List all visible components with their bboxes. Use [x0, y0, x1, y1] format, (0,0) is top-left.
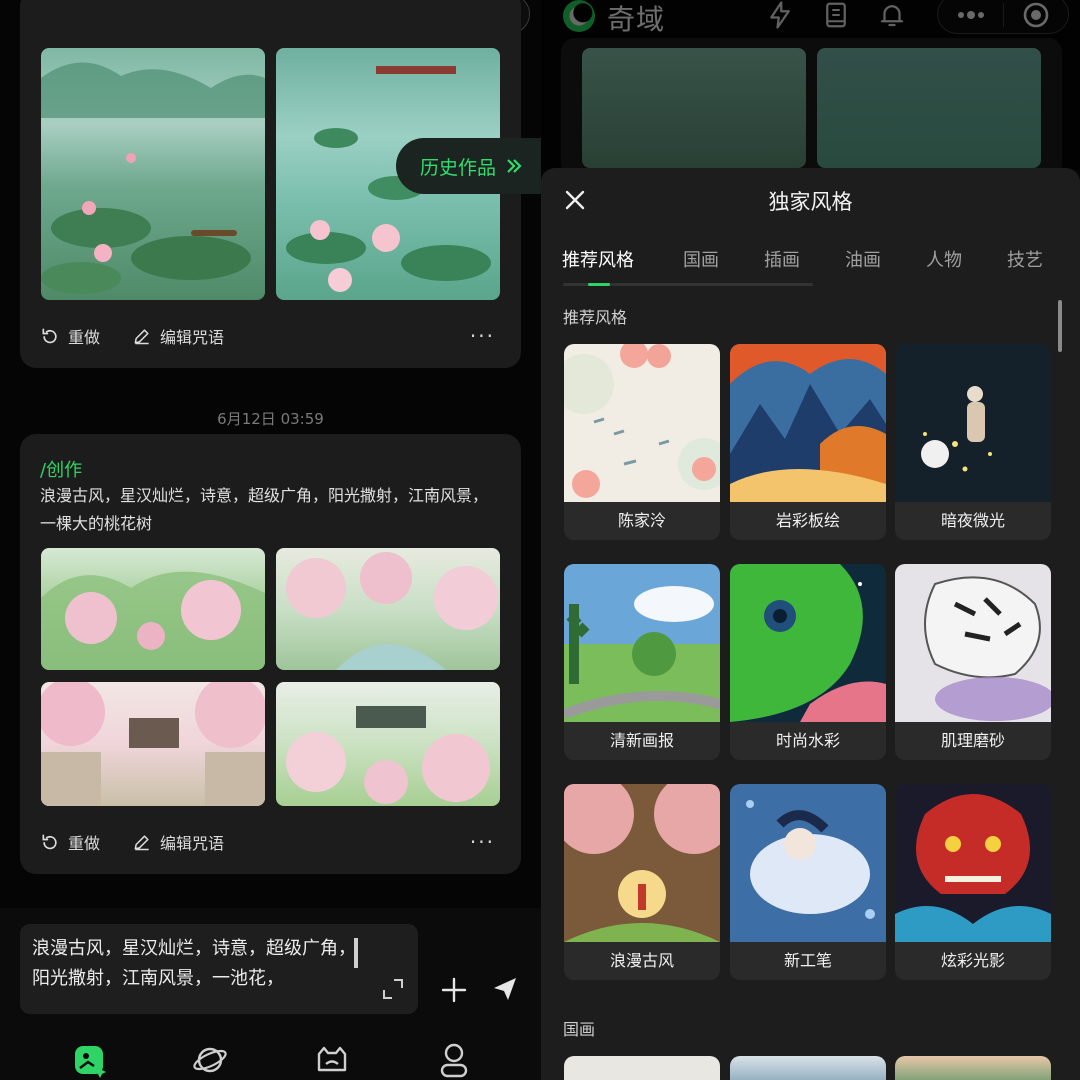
edit-icon [134, 835, 150, 851]
style-name: 新工笔 [783, 951, 832, 970]
tab-recommended[interactable]: 推荐风格 [562, 246, 634, 272]
style-name: 炫彩光影 [940, 951, 1005, 970]
active-tab-indicator [588, 283, 610, 286]
create-tab-icon[interactable] [72, 1042, 108, 1078]
style-thumbnail [730, 784, 886, 942]
result-card-2: /创作 浪漫古风，星汉灿烂，诗意，超级广角，阳光撒射，江南风景，一棵大的桃花树 … [20, 434, 521, 874]
style-thumbnail [895, 564, 1051, 722]
redo-icon [42, 328, 57, 344]
result-image-peach-4[interactable] [276, 682, 500, 806]
style-card[interactable]: 炫彩光影 [895, 784, 1051, 980]
style-card[interactable]: 清新画报 [564, 564, 720, 760]
style-name: 肌理磨砂 [940, 731, 1005, 750]
send-icon[interactable] [490, 974, 520, 1004]
profile-tab-icon[interactable] [436, 1042, 472, 1078]
tab-illustration[interactable]: 插画 [764, 246, 800, 272]
guohua-style-card-peek[interactable] [564, 1056, 720, 1080]
edit-prompt-label: 编辑咒语 [160, 328, 225, 347]
dim-overlay [541, 0, 1080, 170]
planet-tab-icon[interactable] [192, 1042, 228, 1078]
style-thumbnail [730, 344, 886, 502]
redo-button[interactable]: 重做 [40, 324, 100, 348]
style-thumbnail [895, 344, 1051, 502]
style-name: 浪漫古风 [609, 951, 674, 970]
style-name: 时尚水彩 [775, 731, 840, 750]
result-image-peach-1[interactable] [41, 548, 265, 670]
plus-icon[interactable] [440, 976, 468, 1004]
redo-label: 重做 [68, 328, 101, 347]
exclusive-style-sheet: 独家风格 推荐风格 国画 插画 油画 人物 技艺 推荐风格 陈家泠 岩彩板绘 暗… [541, 168, 1080, 1080]
redo-icon [42, 834, 57, 850]
card-actions: 重做 编辑咒语 ··· [40, 830, 501, 854]
style-card[interactable]: 肌理磨砂 [895, 564, 1051, 760]
peach-tree-art [41, 682, 265, 806]
style-name: 清新画报 [609, 731, 674, 750]
style-card[interactable]: 岩彩板绘 [730, 344, 886, 540]
prompt-input-text: 浪漫古风，星汉灿烂，诗意，超级广角，阳光撒射，江南风景，一池花， [32, 938, 356, 989]
style-thumbnail [564, 344, 720, 502]
style-card[interactable]: 时尚水彩 [730, 564, 886, 760]
style-thumbnail [564, 564, 720, 722]
history-works-button[interactable]: 历史作品 [396, 138, 541, 194]
guohua-style-card-peek[interactable] [730, 1056, 886, 1080]
scrollbar[interactable] [1058, 300, 1062, 352]
style-thumbnail [564, 784, 720, 942]
style-card[interactable]: 暗夜微光 [895, 344, 1051, 540]
command-label: /创作 [40, 460, 83, 481]
style-thumbnail [895, 784, 1051, 942]
style-card[interactable]: 陈家泠 [564, 344, 720, 540]
peach-tree-art [286, 552, 498, 670]
sheet-title: 独家风格 [768, 190, 853, 214]
style-name: 岩彩板绘 [775, 511, 840, 530]
redo-label: 重做 [68, 834, 101, 853]
composer: 浪漫古风，星汉灿烂，诗意，超级广角，阳光撒射，江南风景，一池花， [0, 908, 541, 1080]
style-name: 暗夜微光 [940, 511, 1005, 530]
redo-button[interactable]: 重做 [40, 830, 100, 854]
style-name: 陈家泠 [617, 511, 666, 530]
expand-icon[interactable] [380, 976, 406, 1002]
tab-portrait[interactable]: 人物 [926, 246, 962, 272]
style-picker-pane: 奇域 独家风格 推荐风格 国画 插画 油画 人物 技艺 推荐风格 [541, 0, 1080, 1080]
edit-prompt-button[interactable]: 编辑咒语 [132, 324, 224, 348]
edit-prompt-label: 编辑咒语 [160, 834, 225, 853]
peach-tree-art [286, 706, 490, 804]
bot-tab-icon[interactable] [314, 1042, 350, 1078]
peach-tree-art [41, 571, 265, 670]
history-works-label: 历史作品 [420, 156, 497, 179]
section-title-recommended: 推荐风格 [563, 308, 628, 327]
edit-icon [134, 329, 150, 345]
more-options-button[interactable]: ··· [470, 830, 495, 854]
edit-prompt-button[interactable]: 编辑咒语 [132, 830, 224, 854]
more-options-button[interactable]: ··· [470, 324, 495, 348]
card-actions: 重做 编辑咒语 ··· [40, 324, 501, 348]
section-title-guohua: 国画 [563, 1020, 596, 1039]
result-image-peach-2[interactable] [276, 548, 500, 670]
chat-pane: 奇域 重做 编辑咒语 ··· 历 [0, 0, 541, 1080]
result-image-lotus-pond-1[interactable] [41, 48, 265, 300]
style-card[interactable]: 浪漫古风 [564, 784, 720, 980]
text-caret [354, 938, 358, 968]
style-thumbnail [730, 564, 886, 722]
tab-craft[interactable]: 技艺 [1007, 246, 1043, 272]
tab-oil-painting[interactable]: 油画 [845, 246, 881, 272]
prompt-text: 浪漫古风，星汉灿烂，诗意，超级广角，阳光撒射，江南风景，一棵大的桃花树 [40, 486, 489, 533]
guohua-style-card-peek[interactable] [895, 1056, 1051, 1080]
prompt-input[interactable]: 浪漫古风，星汉灿烂，诗意，超级广角，阳光撒射，江南风景，一池花， [20, 924, 418, 1014]
style-category-tabs: 推荐风格 国画 插画 油画 人物 技艺 [541, 246, 1080, 286]
lotus-pond-art [41, 62, 265, 294]
double-chevron-right-icon [507, 159, 522, 173]
result-image-peach-3[interactable] [41, 682, 265, 806]
timestamp: 6月12日 03:59 [217, 410, 324, 428]
style-card[interactable]: 新工笔 [730, 784, 886, 980]
tab-guohua[interactable]: 国画 [683, 246, 719, 272]
